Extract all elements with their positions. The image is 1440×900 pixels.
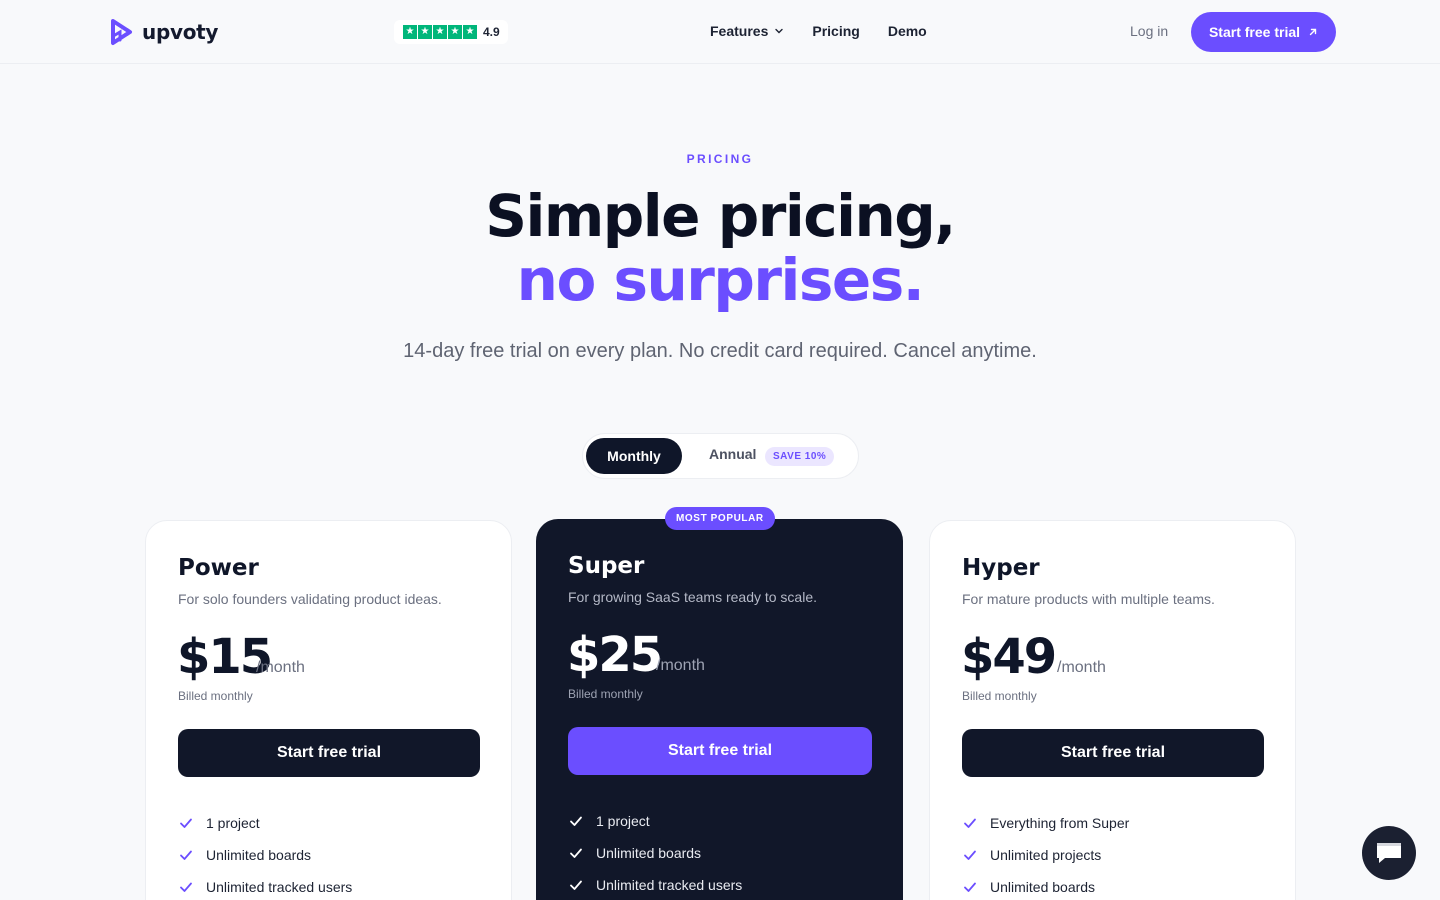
plan-name: Power [178, 555, 259, 581]
brand-name: upvoty [142, 20, 219, 44]
plan-description: For solo founders validating product ide… [178, 591, 442, 607]
star-icon: ★ [403, 25, 417, 39]
plan-billing: Billed monthly [962, 689, 1037, 703]
chevron-down-icon [775, 28, 784, 34]
check-icon [180, 882, 192, 892]
check-icon [180, 818, 192, 828]
page-subtitle: 14-day free trial on every plan. No cred… [403, 340, 1037, 362]
plan-description: For mature products with multiple teams. [962, 591, 1215, 607]
menu-item-label: Demo [887, 23, 927, 39]
feature-label: Unlimited projects [990, 847, 1102, 863]
billing-toggle: Monthly Annual SAVE 10% [582, 433, 859, 479]
plan-billing: Billed monthly [568, 687, 643, 701]
plan-card-power: Power For solo founders validating produ… [145, 520, 512, 900]
star-icon: ★ [418, 25, 432, 39]
feature-label: Unlimited boards [990, 879, 1096, 895]
cta-label: Start free trial [1208, 24, 1301, 40]
star-icon: ★ [433, 25, 447, 39]
feature-label: Everything from Super [990, 815, 1130, 831]
feature-item: Everything from Super [962, 807, 1129, 839]
check-icon [964, 850, 976, 860]
feature-list: 1 project Unlimited boards Unlimited tra… [568, 805, 742, 900]
feature-label: Unlimited boards [206, 847, 312, 863]
chat-launcher-button[interactable] [1362, 826, 1416, 880]
chat-bubble-icon [1377, 843, 1401, 863]
plan-cta-button[interactable]: Start free trial [568, 727, 872, 775]
menu-item-pricing[interactable]: Pricing [812, 23, 859, 39]
main-menu: Features Pricing Demo [710, 23, 927, 39]
trustpilot-rating[interactable]: ★ ★ ★ ★ ★ 4.9 [394, 20, 508, 44]
save-badge: SAVE 10% [765, 447, 835, 466]
feature-item: Unlimited tracked users [568, 869, 742, 900]
check-icon [180, 850, 192, 860]
plan-period: /month [256, 659, 305, 676]
login-link[interactable]: Log in [1130, 23, 1168, 39]
plan-price: $25 [567, 627, 663, 683]
upvoty-logo-icon [111, 19, 132, 45]
feature-item: Unlimited boards [962, 871, 1129, 900]
check-icon [964, 818, 976, 828]
plan-billing: Billed monthly [178, 689, 253, 703]
feature-label: 1 project [596, 813, 650, 829]
plan-cta-button[interactable]: Start free trial [178, 729, 480, 777]
plan-period: /month [656, 657, 705, 674]
start-free-trial-button[interactable]: Start free trial [1191, 12, 1336, 52]
most-popular-badge: MOST POPULAR [665, 507, 775, 530]
check-icon [570, 848, 582, 858]
rating-value: 4.9 [483, 25, 500, 39]
page-title-line1: Simple pricing, [485, 182, 956, 250]
feature-list: Everything from Super Unlimited projects… [962, 807, 1129, 900]
section-eyebrow: PRICING [686, 152, 754, 166]
menu-item-label: Features [710, 23, 769, 39]
toggle-annual[interactable]: Annual [709, 446, 756, 462]
page-title-line2: no surprises. [516, 246, 925, 314]
feature-item: Unlimited boards [568, 837, 742, 869]
star-icon: ★ [448, 25, 462, 39]
menu-item-features[interactable]: Features [710, 23, 784, 39]
check-icon [570, 880, 582, 890]
feature-label: Unlimited tracked users [596, 877, 743, 893]
menu-item-label: Pricing [812, 23, 860, 39]
feature-item: Unlimited tracked users [178, 871, 352, 900]
rating-stars: ★ ★ ★ ★ ★ [403, 25, 477, 39]
feature-item: 1 project [568, 805, 742, 837]
top-navbar: upvoty ★ ★ ★ ★ ★ 4.9 Features Pricing De… [0, 0, 1440, 64]
menu-item-demo[interactable]: Demo [888, 23, 927, 39]
feature-item: 1 project [178, 807, 352, 839]
feature-item: Unlimited boards [178, 839, 352, 871]
arrow-up-right-icon [1309, 28, 1317, 36]
star-icon: ★ [463, 25, 477, 39]
plan-card-super: Super For growing SaaS teams ready to sc… [536, 519, 903, 900]
plan-name: Super [568, 553, 645, 579]
plan-description: For growing SaaS teams ready to scale. [568, 589, 818, 605]
plan-cta-button[interactable]: Start free trial [962, 729, 1264, 777]
brand-logo[interactable]: upvoty [106, 18, 218, 46]
feature-label: 1 project [206, 815, 260, 831]
feature-item: Unlimited projects [962, 839, 1129, 871]
plan-price: $49 [961, 629, 1057, 685]
plan-card-hyper: Hyper For mature products with multiple … [929, 520, 1296, 900]
toggle-monthly[interactable]: Monthly [586, 438, 682, 474]
check-icon [570, 816, 582, 826]
plan-name: Hyper [962, 555, 1040, 581]
check-icon [964, 882, 976, 892]
feature-list: 1 project Unlimited boards Unlimited tra… [178, 807, 352, 900]
feature-label: Unlimited tracked users [206, 879, 353, 895]
plan-period: /month [1057, 659, 1106, 676]
feature-label: Unlimited boards [596, 845, 702, 861]
